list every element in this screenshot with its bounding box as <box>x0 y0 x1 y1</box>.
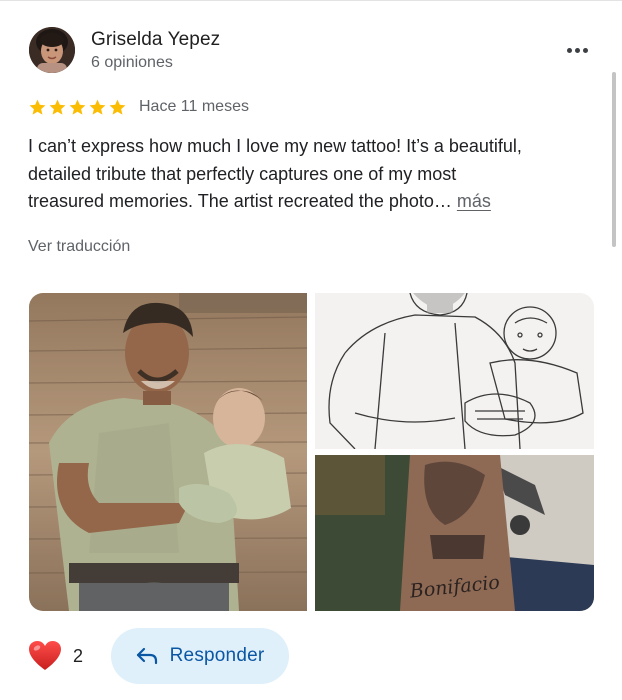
reaction-row: 2 <box>28 628 83 684</box>
review-card: Griselda Yepez 6 opiniones Hace 11 meses… <box>0 0 622 700</box>
rating-row: Hace 11 meses <box>28 96 249 118</box>
see-translation-link[interactable]: Ver traducción <box>28 238 130 256</box>
review-text-line: detailed tribute that perfectly captures… <box>28 163 457 184</box>
author-avatar[interactable] <box>29 27 75 73</box>
star-rating <box>28 98 127 117</box>
star-icon <box>109 99 126 115</box>
review-text-line: treasured memories. The artist recreated… <box>28 188 603 216</box>
heart-icon <box>29 641 61 670</box>
review-body: I can’t express how much I love my new t… <box>28 133 603 216</box>
more-dot <box>582 47 588 53</box>
photo-vintage-man-baby[interactable] <box>29 293 307 611</box>
more-options-button[interactable] <box>560 38 594 62</box>
review-date: Hace 11 meses <box>139 98 249 115</box>
author-name[interactable]: Griselda Yepez <box>91 29 220 51</box>
reply-button[interactable]: Responder <box>111 628 289 684</box>
author-review-count[interactable]: 6 opiniones <box>91 54 173 72</box>
reply-label: Responder <box>169 645 265 666</box>
photo-pencil-sketch[interactable] <box>315 293 594 449</box>
like-button[interactable]: 2 <box>28 628 83 684</box>
more-dot <box>574 47 580 53</box>
pencil-sketch-man-holding-baby-icon <box>315 293 594 449</box>
photo-gallery: Bonifacio <box>29 293 594 611</box>
photo-arm-tattoo[interactable]: Bonifacio <box>315 455 594 611</box>
more-horizontal-icon <box>566 47 572 53</box>
star-icon <box>69 99 86 115</box>
profile-photo-icon <box>29 27 75 73</box>
star-icon <box>49 99 66 115</box>
star-icon <box>29 99 46 115</box>
scrollbar[interactable] <box>612 72 616 247</box>
review-text-line: I can’t express how much I love my new t… <box>28 136 522 156</box>
top-divider <box>0 0 622 1</box>
review-text-fragment: treasured memories. The artist recreated… <box>28 191 452 211</box>
forearm-tattoo-photo-icon: Bonifacio <box>315 455 594 611</box>
star-icon <box>89 99 106 115</box>
vintage-photo-man-holding-baby-icon <box>29 293 307 611</box>
reply-arrow-icon <box>136 647 157 665</box>
like-count: 2 <box>73 645 84 666</box>
read-more-link[interactable]: más <box>457 191 491 211</box>
